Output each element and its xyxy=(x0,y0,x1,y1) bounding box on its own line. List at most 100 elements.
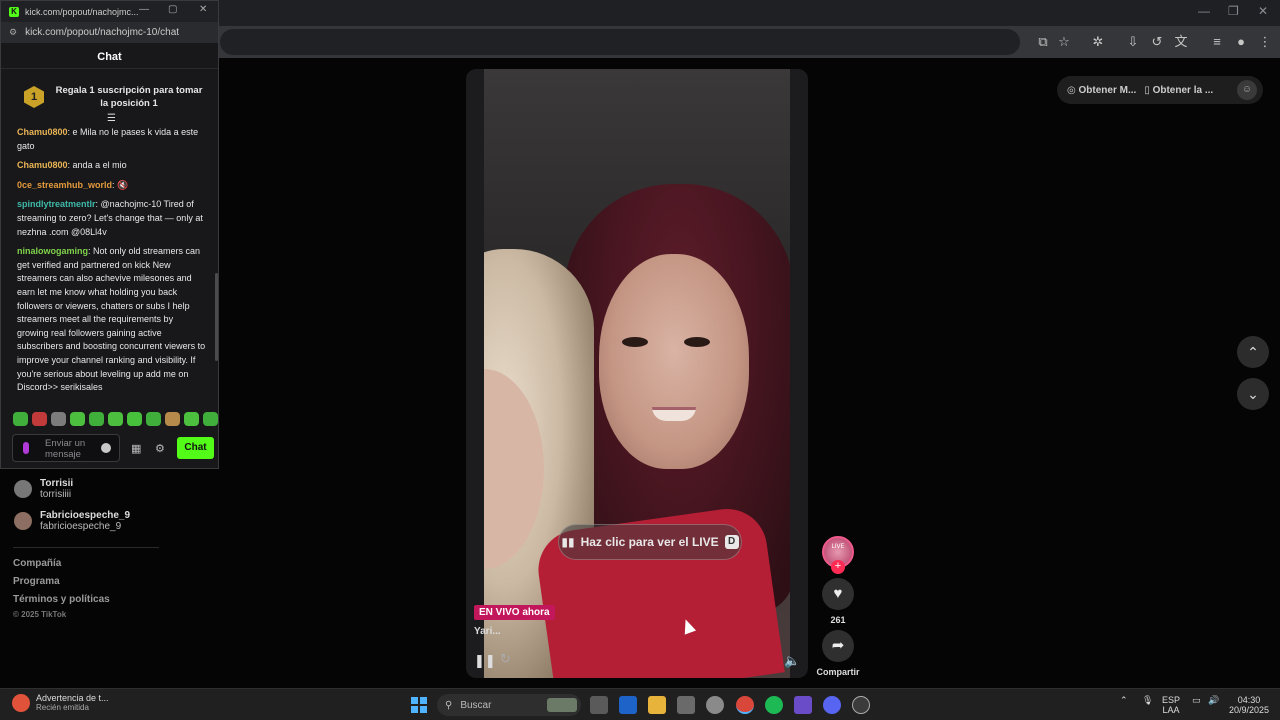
task-view-icon[interactable] xyxy=(590,696,608,714)
chat-scrollbar[interactable] xyxy=(215,273,218,361)
send-chat-button[interactable]: Chat xyxy=(177,437,214,459)
minimize-icon[interactable]: — xyxy=(139,4,149,15)
microphone-tray-icon[interactable]: 🎙 xyxy=(1142,695,1153,705)
search-icon: ⚲ xyxy=(445,699,453,711)
avatar xyxy=(14,512,32,530)
browser-app-icon[interactable] xyxy=(852,696,870,714)
chevron-up-icon: ⌃ xyxy=(1247,344,1259,360)
muted-speaker-emote-icon: 🔇 xyxy=(117,179,129,190)
keyboard-shortcut: D xyxy=(724,535,739,549)
outlook-icon[interactable] xyxy=(619,696,637,714)
pause-icon[interactable]: ❚❚ xyxy=(474,653,496,669)
host-username[interactable]: Yari... xyxy=(474,626,501,637)
popout-url-bar[interactable]: ⚙ kick.com/popout/nachojmc-10/chat xyxy=(1,22,218,43)
chat-username[interactable]: spindlytreatmentlr xyxy=(17,199,96,209)
follow-plus-icon[interactable]: + xyxy=(831,560,845,574)
language-indicator[interactable]: ESP LAA xyxy=(1162,695,1180,715)
emote-icon[interactable] xyxy=(51,412,66,426)
chat-username[interactable]: Chamu0800 xyxy=(17,127,68,137)
popout-titlebar[interactable]: K kick.com/popout/nachojmc... — ▢ ✕ xyxy=(1,1,218,22)
following-item[interactable]: Fabricioespeche_9 fabricioespeche_9 xyxy=(14,510,130,532)
profile-icon[interactable]: ● xyxy=(1232,33,1250,51)
emote-icon[interactable] xyxy=(32,412,47,426)
chrome-icon[interactable] xyxy=(736,696,754,714)
file-explorer-icon[interactable] xyxy=(648,696,666,714)
following-item[interactable]: Torrisii torrisiiii xyxy=(14,478,73,500)
divider xyxy=(13,547,159,548)
emote-icon[interactable] xyxy=(89,412,104,426)
history-icon[interactable]: ↺ xyxy=(1148,33,1166,51)
footer-link-terms[interactable]: Términos y políticas xyxy=(13,594,110,605)
downloads-icon[interactable]: ⇩ xyxy=(1124,33,1142,51)
signal-icon: ▮▮ xyxy=(561,535,575,549)
chevron-up-icon[interactable]: ⌃ xyxy=(1120,695,1128,705)
emoji-icon[interactable] xyxy=(101,443,111,453)
spotify-icon[interactable] xyxy=(765,696,783,714)
minimize-icon[interactable]: — xyxy=(1198,4,1210,18)
browser-tabstrip: — ❐ ✕ xyxy=(220,0,1280,26)
footer-link-company[interactable]: Compañía xyxy=(13,558,61,569)
emote-icon[interactable] xyxy=(203,412,218,426)
chat-message: Chamu0800: anda a el mio xyxy=(17,160,127,171)
share-button[interactable]: ➦ xyxy=(822,630,854,662)
live-now-badge: EN VIVO ahora xyxy=(474,605,555,620)
close-icon[interactable]: ✕ xyxy=(199,4,207,15)
volume-icon[interactable]: 🔈 xyxy=(784,653,800,669)
get-coins-button[interactable]: ◎ Obtener M... xyxy=(1067,85,1136,96)
warning-app-icon xyxy=(12,694,30,712)
menu-icon[interactable]: ⋮ xyxy=(1256,33,1274,51)
chat-input[interactable]: Enviar un mensaje xyxy=(12,434,120,462)
omnibox[interactable] xyxy=(220,29,1020,55)
chat-message: spindlytreatmentlr: @nachojmc-10 Tired o… xyxy=(17,199,203,237)
emote-icon[interactable] xyxy=(127,412,142,426)
discord-icon[interactable] xyxy=(823,696,841,714)
search-highlight-image xyxy=(547,698,577,712)
maximize-icon[interactable]: ▢ xyxy=(168,4,177,15)
like-button[interactable]: ♥ xyxy=(822,578,854,610)
chat-username[interactable]: 0ce_streamhub_world xyxy=(17,180,112,190)
install-app-icon[interactable]: ⧉ xyxy=(1034,33,1052,51)
microphone-icon[interactable] xyxy=(23,442,29,454)
store-icon[interactable]: ▦ xyxy=(131,442,141,455)
emote-icon[interactable] xyxy=(108,412,123,426)
maximize-icon[interactable]: ❐ xyxy=(1228,4,1239,18)
monitor-icon[interactable]: ▭ xyxy=(1192,695,1201,705)
emote-icon[interactable] xyxy=(146,412,161,426)
get-app-button[interactable]: ▯ Obtener la ... xyxy=(1144,85,1213,96)
refresh-icon[interactable]: ↻ xyxy=(500,651,511,667)
reading-list-icon[interactable]: ≡ xyxy=(1208,33,1226,51)
kick-logo-icon: K xyxy=(9,6,19,17)
emote-icon[interactable] xyxy=(184,412,199,426)
footer-link-program[interactable]: Programa xyxy=(13,576,60,587)
next-video-button[interactable]: ⌄ xyxy=(1237,378,1269,410)
live-video[interactable] xyxy=(484,69,790,678)
watch-live-button[interactable]: ▮▮ Haz clic para ver el LIVE D xyxy=(558,524,742,560)
store-app-icon[interactable] xyxy=(677,696,695,714)
gear-icon[interactable]: ⚙ xyxy=(155,442,165,455)
previous-video-button[interactable]: ⌃ xyxy=(1237,336,1269,368)
chat-message: 0ce_streamhub_world: 🔇 xyxy=(17,179,129,190)
user-avatar[interactable]: ☺ xyxy=(1237,80,1257,100)
clock[interactable]: 04:30 20/9/2025 xyxy=(1226,695,1272,715)
live-video-card[interactable]: ▮▮ Haz clic para ver el LIVE D EN VIVO a… xyxy=(466,69,808,678)
chat-username[interactable]: Chamu0800 xyxy=(17,160,68,170)
translate-icon[interactable]: 文 xyxy=(1172,33,1190,51)
settings-icon[interactable] xyxy=(706,696,724,714)
windows-start-icon[interactable] xyxy=(411,697,427,713)
top-right-actions: ◎ Obtener M... ▯ Obtener la ... ☺ xyxy=(1057,76,1263,104)
chat-username[interactable]: ninalowogaming xyxy=(17,246,88,256)
extensions-icon[interactable]: ✲ xyxy=(1089,33,1107,51)
teams-icon[interactable] xyxy=(794,696,812,714)
emote-icon[interactable] xyxy=(165,412,180,426)
chevron-down-icon: ⌄ xyxy=(1247,386,1259,402)
volume-tray-icon[interactable]: 🔊 xyxy=(1208,695,1219,705)
emote-icon[interactable] xyxy=(70,412,85,426)
taskbar-search[interactable]: ⚲ Buscar xyxy=(437,694,581,716)
notification-widget[interactable]: Advertencia de t... Recién emitida xyxy=(12,693,109,713)
emote-icon[interactable] xyxy=(13,412,28,426)
close-icon[interactable]: ✕ xyxy=(1258,4,1268,18)
site-info-icon[interactable]: ⚙ xyxy=(9,27,17,38)
filter-icon[interactable]: ☰ xyxy=(107,113,116,124)
bookmark-star-icon[interactable]: ☆ xyxy=(1055,33,1073,51)
chat-messages: Chamu0800: e Mila no le pases k vida a e… xyxy=(17,126,207,401)
